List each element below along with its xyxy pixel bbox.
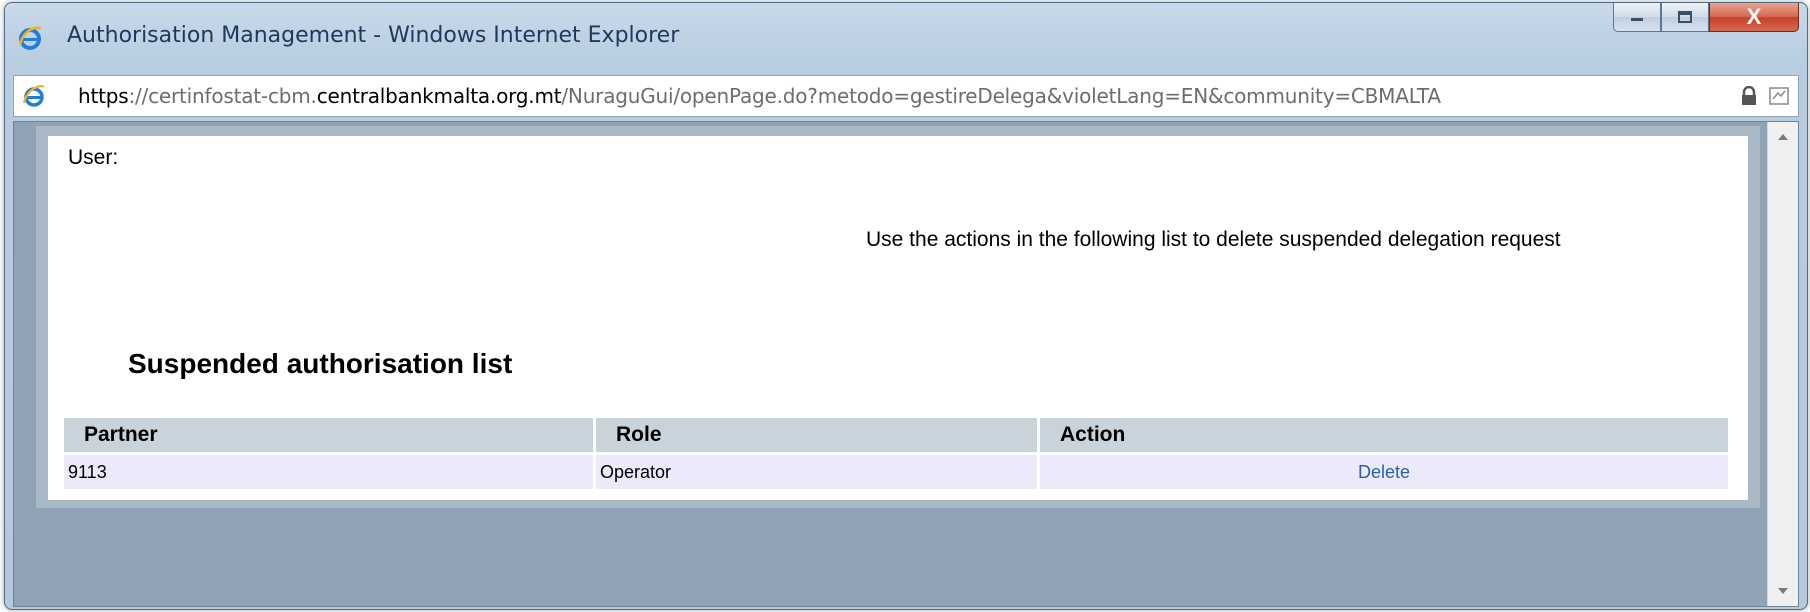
suspended-authorisation-table: Partner Role Action 9113 Operator Delete (64, 418, 1728, 489)
partner-cell: 9113 (64, 452, 596, 489)
title-bar[interactable]: Authorisation Management - Windows Inter… (5, 3, 1807, 73)
content-area: User: Use the actions in the following l… (48, 136, 1748, 500)
column-header-role: Role (596, 418, 1040, 452)
content-panel: User: Use the actions in the following l… (36, 126, 1760, 508)
page-viewport: User: Use the actions in the following l… (13, 121, 1799, 607)
role-cell: Operator (596, 452, 1040, 489)
scroll-down-icon (1778, 588, 1788, 594)
window-title: Authorisation Management - Windows Inter… (67, 23, 680, 48)
intro-text: Use the actions in the following list to… (866, 228, 1561, 251)
action-cell: Delete (1040, 452, 1728, 489)
url-scheme: https (78, 84, 129, 108)
ie-logo-icon (18, 26, 42, 50)
user-label: User: (68, 146, 119, 169)
column-header-action: Action (1040, 418, 1728, 452)
minimize-icon (1631, 18, 1643, 21)
minimize-button[interactable] (1613, 3, 1661, 32)
browser-window: Authorisation Management - Windows Inter… (4, 2, 1808, 610)
compatibility-view-icon[interactable] (1768, 85, 1790, 107)
scroll-up-icon (1778, 134, 1788, 140)
table-row: 9113 Operator Delete (64, 452, 1728, 489)
address-bar[interactable]: https://certinfostat-cbm.centralbankmalt… (13, 75, 1799, 117)
lock-icon[interactable] (1740, 86, 1758, 106)
maximize-icon (1678, 11, 1692, 23)
url-domain: centralbankmalta.org.mt (316, 84, 562, 108)
scroll-down-button[interactable] (1768, 576, 1798, 606)
url-prefix: ://certinfostat-cbm. (128, 84, 317, 108)
close-icon: X (1746, 4, 1762, 29)
table-header-row: Partner Role Action (64, 418, 1728, 452)
caption-buttons: X (1613, 3, 1799, 33)
ie-page-icon (22, 85, 45, 107)
delete-link[interactable]: Delete (1358, 462, 1410, 482)
column-header-partner: Partner (64, 418, 596, 452)
vertical-scrollbar[interactable] (1767, 122, 1798, 606)
scroll-up-button[interactable] (1768, 122, 1798, 152)
maximize-button[interactable] (1661, 3, 1709, 32)
section-title: Suspended authorisation list (128, 348, 513, 379)
url-path: /NuraguGui/openPage.do?metodo=gestireDel… (561, 84, 1441, 108)
url-text[interactable]: https://certinfostat-cbm.centralbankmalt… (78, 84, 1441, 108)
close-button[interactable]: X (1709, 3, 1799, 32)
